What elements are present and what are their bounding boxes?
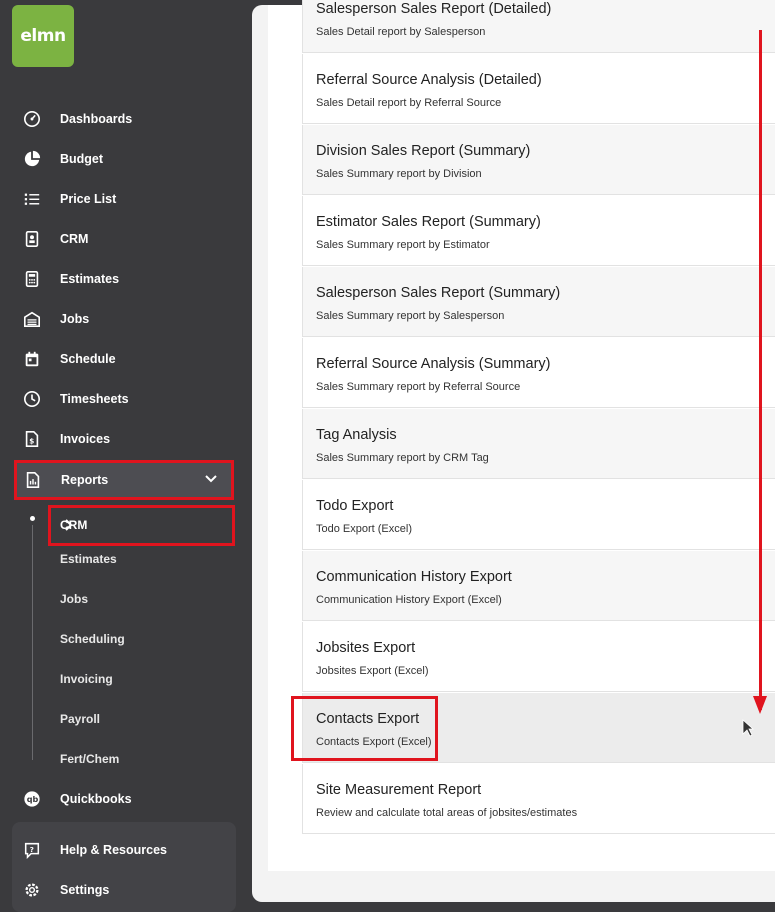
sidebar-item-crm[interactable]: CRM (20, 226, 230, 252)
reports-sub-crm[interactable]: CRM (48, 505, 235, 546)
reports-sub-fert-chem[interactable]: Fert/Chem (60, 749, 119, 769)
report-title: Referral Source Analysis (Detailed) (316, 72, 542, 88)
sidebar-item-label: Schedule (60, 352, 116, 366)
report-row[interactable]: Estimator Sales Report (Summary) Sales Su… (302, 196, 775, 266)
sidebar-item-help[interactable]: ? Help & Resources (20, 837, 230, 863)
sidebar-item-price-list[interactable]: Price List (20, 186, 230, 212)
sidebar-item-dashboards[interactable]: Dashboards (20, 106, 230, 132)
report-subtitle: Communication History Export (Excel) (316, 594, 502, 606)
sidebar: elmn Dashboards Budget Price List CRM Es… (0, 0, 252, 912)
svg-text:$: $ (29, 437, 34, 446)
subnav-connector (32, 525, 33, 760)
sidebar-item-estimates[interactable]: Estimates (20, 266, 230, 292)
report-title: Salesperson Sales Report (Summary) (316, 285, 561, 301)
sidebar-item-label: Jobs (60, 312, 90, 326)
report-subtitle: Sales Summary report by Salesperson (316, 310, 505, 322)
reports-sub-jobs[interactable]: Jobs (60, 589, 88, 609)
report-subtitle: Jobsites Export (Excel) (316, 665, 429, 677)
calculator-icon (20, 269, 44, 289)
sidebar-item-label: CRM (60, 232, 89, 246)
sidebar-item-label: Settings (60, 883, 110, 897)
quickbooks-icon: qb (20, 789, 44, 809)
report-row[interactable]: Division Sales Report (Summary) Sales Sum… (302, 125, 775, 195)
report-title: Site Measurement Report (316, 782, 482, 798)
report-subtitle: Sales Detail report by Referral Source (316, 97, 502, 109)
sidebar-item-label: Reports (61, 473, 109, 487)
reports-sub-payroll[interactable]: Payroll (60, 709, 100, 729)
report-row[interactable]: Jobsites Export Jobsites Export (Excel) (302, 622, 775, 692)
report-subtitle: Sales Summary report by Referral Source (316, 381, 521, 393)
sidebar-item-label: Dashboards (60, 112, 133, 126)
garage-icon (20, 309, 44, 329)
report-subtitle: Sales Detail report by Salesperson (316, 26, 486, 38)
report-title: Todo Export (316, 498, 394, 514)
list-icon (20, 189, 44, 209)
gear-icon (20, 880, 44, 900)
sidebar-item-quickbooks[interactable]: qb Quickbooks (20, 786, 230, 812)
chevron-right-icon (60, 517, 218, 536)
report-row[interactable]: Referral Source Analysis (Detailed) Sales… (302, 54, 775, 124)
sidebar-item-label: Timesheets (60, 392, 129, 406)
sidebar-item-label: Invoices (60, 432, 111, 446)
annotation-arrow-head (753, 696, 767, 714)
sidebar-item-timesheets[interactable]: Timesheets (20, 386, 230, 412)
sidebar-item-budget[interactable]: Budget (20, 146, 230, 172)
sidebar-item-invoices[interactable]: $ Invoices (20, 426, 230, 452)
annotation-arrow-line (759, 30, 762, 710)
calendar-icon (20, 349, 44, 369)
svg-text:?: ? (30, 845, 34, 854)
help-chat-icon: ? (20, 840, 44, 860)
report-title: Salesperson Sales Report (Detailed) (316, 1, 552, 17)
report-subtitle: Review and calculate total areas of jobs… (316, 807, 578, 819)
contact-card-icon (20, 229, 44, 249)
sidebar-item-schedule[interactable]: Schedule (20, 346, 230, 372)
mouse-cursor-icon (742, 719, 755, 742)
pie-chart-icon (20, 149, 44, 169)
report-row[interactable]: Salesperson Sales Report (Summary) Sales … (302, 267, 775, 337)
report-subtitle: Sales Summary report by CRM Tag (316, 452, 489, 464)
reports-sub-invoicing[interactable]: Invoicing (60, 669, 113, 689)
report-subtitle: Sales Summary report by Estimator (316, 239, 490, 251)
report-title: Jobsites Export (316, 640, 416, 656)
report-row[interactable]: Site Measurement Report Review and calcul… (302, 764, 775, 834)
report-title: Tag Analysis (316, 427, 397, 443)
sidebar-item-label: Quickbooks (60, 792, 132, 806)
sidebar-item-jobs[interactable]: Jobs (20, 306, 230, 332)
report-row[interactable]: Communication History Export Communicatio… (302, 551, 775, 621)
sidebar-item-label: Estimates (60, 272, 120, 286)
chevron-down-icon (203, 471, 219, 490)
active-subnav-dot (30, 516, 35, 521)
report-title: Estimator Sales Report (Summary) (316, 214, 541, 230)
elmn-logo[interactable]: elmn (12, 5, 74, 67)
sidebar-item-label: Price List (60, 192, 117, 206)
sidebar-item-label: Budget (60, 152, 104, 166)
report-row[interactable]: Salesperson Sales Report (Detailed) Sales… (302, 0, 775, 53)
reports-sub-scheduling[interactable]: Scheduling (60, 629, 125, 649)
report-row[interactable]: Todo Export Todo Export (Excel) (302, 480, 775, 550)
sidebar-item-reports[interactable]: Reports (14, 460, 234, 500)
contacts-export-highlight (291, 696, 438, 761)
reports-sub-estimates[interactable]: Estimates (60, 549, 117, 569)
report-document-icon (21, 471, 45, 489)
sidebar-item-label: Help & Resources (60, 843, 167, 857)
report-row[interactable]: Tag Analysis Sales Summary report by CRM … (302, 409, 775, 479)
report-title: Communication History Export (316, 569, 512, 585)
report-title: Division Sales Report (Summary) (316, 143, 531, 159)
svg-text:qb: qb (27, 794, 39, 804)
report-row[interactable]: Referral Source Analysis (Summary) Sales … (302, 338, 775, 408)
sidebar-item-settings[interactable]: Settings (20, 877, 230, 903)
report-title: Referral Source Analysis (Summary) (316, 356, 551, 372)
report-subtitle: Todo Export (Excel) (316, 523, 412, 535)
report-subtitle: Sales Summary report by Division (316, 168, 482, 180)
invoice-icon: $ (20, 429, 44, 449)
main-panel: Salesperson Sales Report (Detailed) Sales… (252, 0, 775, 902)
clock-icon (20, 389, 44, 409)
dashboard-gauge-icon (20, 109, 44, 129)
